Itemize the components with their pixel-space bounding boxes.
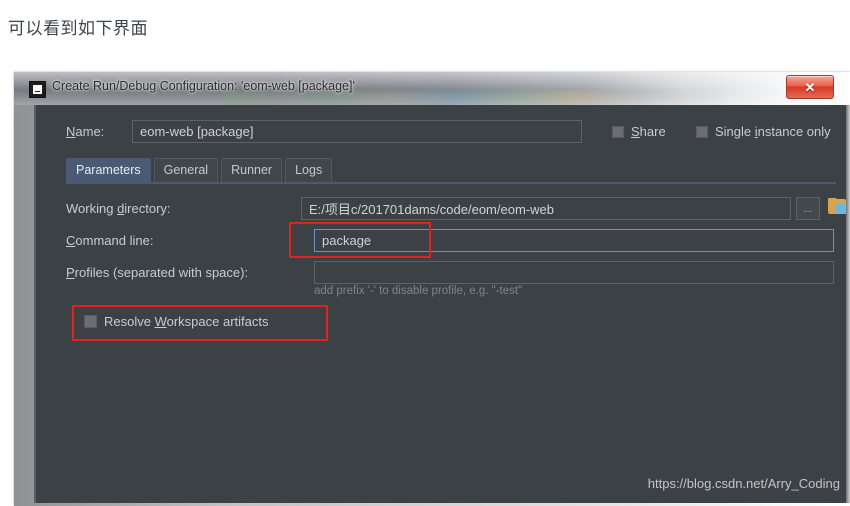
window-titlebar[interactable]: Create Run/Debug Configuration: 'eom-web…	[14, 72, 850, 105]
checkbox-box-single-instance	[696, 125, 708, 138]
intellij-idea-icon	[29, 81, 46, 98]
dialog-body: Name: Share Single instance only Paramet…	[34, 105, 847, 503]
working-directory-label: Working directory:	[66, 201, 171, 216]
checkbox-box-share	[612, 125, 624, 138]
browse-button[interactable]: ...	[796, 197, 820, 220]
page-heading: 可以看到如下界面	[8, 19, 148, 38]
screenshot-root: 可以看到如下界面 Create Run/Debug Configuration:…	[0, 0, 850, 506]
profiles-row: Profiles (separated with space):	[66, 261, 850, 285]
checkbox-box-resolve-workspace	[84, 315, 97, 328]
resolve-workspace-checkbox[interactable]: Resolve Workspace artifacts	[84, 314, 269, 329]
single-instance-label: Single instance only	[715, 124, 831, 139]
profiles-input[interactable]	[314, 261, 834, 284]
single-instance-checkbox[interactable]: Single instance only	[696, 124, 831, 139]
working-directory-row: Working directory: ...	[66, 197, 850, 221]
tab-logs[interactable]: Logs	[285, 158, 333, 182]
name-input[interactable]	[132, 120, 582, 143]
working-directory-input[interactable]	[301, 197, 791, 220]
tab-parameters[interactable]: Parameters	[66, 158, 151, 182]
command-line-input[interactable]	[314, 229, 834, 252]
name-label: Name:	[66, 124, 105, 139]
tab-active-underline	[66, 182, 836, 184]
command-line-label: Command line:	[66, 233, 154, 248]
dialog-right-edge	[846, 105, 850, 503]
share-checkbox[interactable]: Share	[612, 124, 666, 139]
watermark: https://blog.csdn.net/Arry_Coding	[647, 476, 840, 491]
share-label: Share	[631, 124, 666, 139]
profiles-hint: add prefix '-' to disable profile, e.g. …	[314, 285, 523, 297]
dialog-window: Create Run/Debug Configuration: 'eom-web…	[14, 72, 850, 506]
close-icon: ✕	[804, 79, 816, 95]
command-line-row: Command line:	[66, 229, 850, 253]
tab-runner[interactable]: Runner	[221, 158, 283, 182]
tab-bar: Parameters General Runner Logs	[66, 158, 333, 182]
name-row: Name: Share Single instance only	[52, 120, 832, 144]
profiles-label: Profiles (separated with space):	[66, 265, 249, 280]
tab-general[interactable]: General	[153, 158, 219, 182]
close-button[interactable]: ✕	[786, 75, 834, 99]
window-title: Create Run/Debug Configuration: 'eom-web…	[52, 79, 355, 93]
resolve-workspace-label: Resolve Workspace artifacts	[104, 314, 269, 329]
